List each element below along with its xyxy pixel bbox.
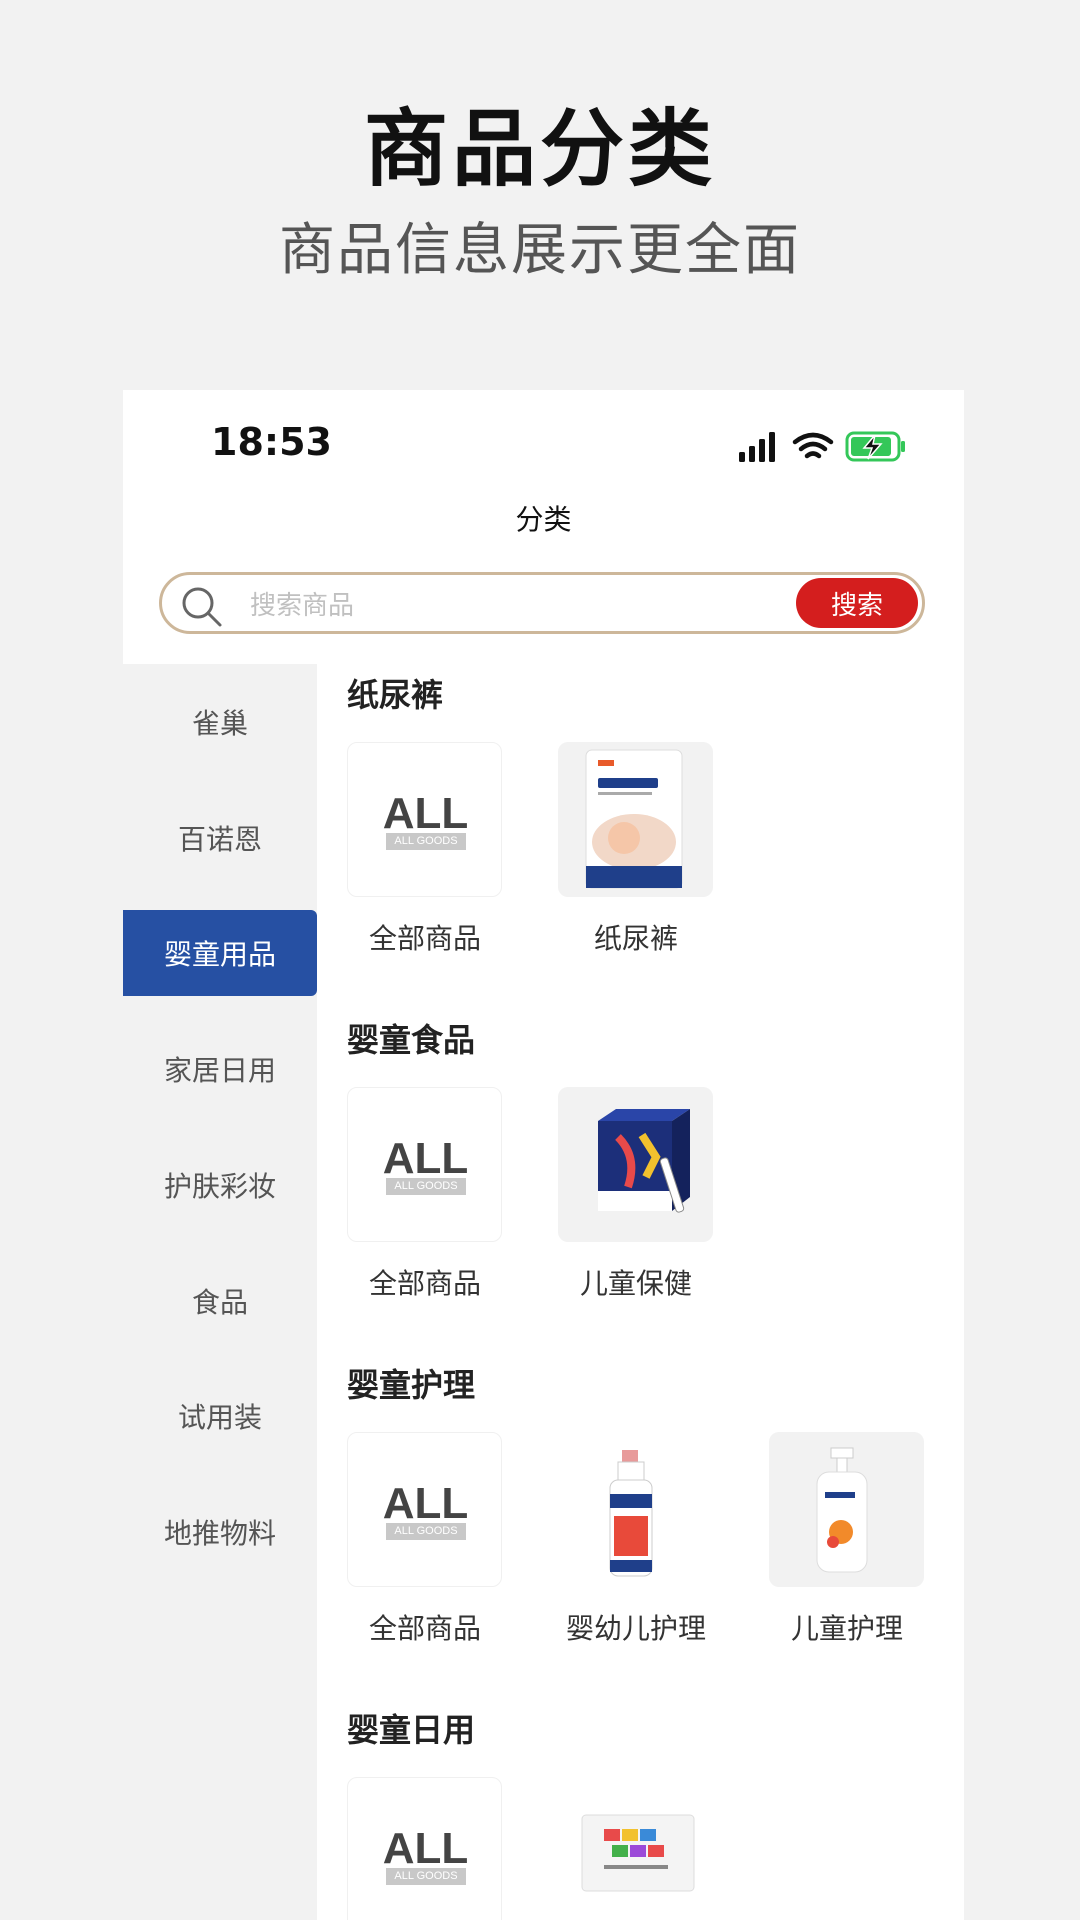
section-title: 婴童护理: [347, 1366, 476, 1404]
subcategory-tile[interactable]: 儿童护理: [769, 1432, 924, 1647]
subcategory-label: 全部商品: [368, 1267, 481, 1300]
status-icons: [739, 431, 905, 462]
promo-subtitle: 商品信息展示更全面: [279, 218, 801, 283]
subcategory-tile[interactable]: ALL ALL GOODS: [347, 1777, 502, 1920]
section-title: 婴童食品: [347, 1021, 476, 1059]
all-badge-sub: ALL GOODS: [386, 1523, 466, 1540]
sidebar-item-baby-products[interactable]: 婴童用品: [123, 910, 317, 996]
supplement-box-icon: [558, 1087, 713, 1242]
section-title: 纸尿裤: [347, 676, 444, 714]
all-badge-text: ALL: [382, 1134, 469, 1183]
subcategory-tile[interactable]: [558, 1777, 713, 1920]
sidebar-item-food[interactable]: 食品: [123, 1258, 317, 1344]
subcategory-tile[interactable]: ALL ALL GOODS 全部商品: [347, 1432, 502, 1647]
all-badge-text: ALL: [382, 789, 469, 838]
subcategory-tile[interactable]: ALL ALL GOODS 全部商品: [347, 1087, 502, 1302]
subcategory-label: 儿童保健: [579, 1267, 692, 1300]
all-goods-icon: ALL ALL GOODS: [347, 742, 502, 897]
subcategory-label: 儿童护理: [790, 1612, 903, 1645]
battery-icon: [845, 431, 905, 462]
sidebar-item-trial[interactable]: 试用装: [123, 1373, 317, 1459]
sidebar-item-home[interactable]: 家居日用: [123, 1026, 317, 1112]
pants-box-icon: [558, 1777, 713, 1920]
nav-title: 分类: [515, 503, 572, 536]
foam-bottle-icon: [558, 1432, 713, 1587]
all-badge-sub: ALL GOODS: [386, 833, 466, 850]
sidebar-item-skincare[interactable]: 护肤彩妆: [123, 1142, 317, 1228]
all-badge-sub: ALL GOODS: [386, 1178, 466, 1195]
category-content: 纸尿裤 ALL ALL GOODS 全部商品 纸尿裤 婴童食品 ALL ALL …: [317, 664, 964, 1920]
all-goods-icon: ALL ALL GOODS: [347, 1087, 502, 1242]
all-goods-icon: ALL ALL GOODS: [347, 1777, 502, 1920]
category-sidebar: 雀巢 百诺恩 婴童用品 家居日用 护肤彩妆 食品 试用装 地推物料: [123, 664, 317, 1920]
sidebar-item-nestle[interactable]: 雀巢: [123, 679, 317, 765]
subcategory-tile[interactable]: 儿童保健: [558, 1087, 713, 1302]
subcategory-tile[interactable]: 婴幼儿护理: [558, 1432, 713, 1647]
subcategory-tile[interactable]: ALL ALL GOODS 全部商品: [347, 742, 502, 957]
all-goods-icon: ALL ALL GOODS: [347, 1432, 502, 1587]
promo-title: 商品分类: [363, 100, 716, 198]
pump-bottle-icon: [769, 1432, 924, 1587]
status-time: 18:53: [211, 420, 332, 464]
phone-screen: 18:53 分类 搜索 雀巢 百诺恩 婴童用品: [123, 390, 964, 1920]
all-badge-text: ALL: [382, 1479, 469, 1528]
subcategory-label: 婴幼儿护理: [565, 1612, 706, 1645]
diaper-pack-icon: [558, 742, 713, 897]
subcategory-label: 纸尿裤: [593, 922, 678, 955]
subcategory-tile[interactable]: 纸尿裤: [558, 742, 713, 957]
wifi-icon: [792, 432, 834, 459]
all-badge-sub: ALL GOODS: [386, 1868, 466, 1885]
search-button[interactable]: 搜索: [796, 578, 918, 628]
search-input[interactable]: [248, 585, 772, 627]
subcategory-label: 全部商品: [368, 922, 481, 955]
signal-icon: [739, 432, 775, 462]
subcategory-label: 全部商品: [368, 1612, 481, 1645]
section-title: 婴童日用: [347, 1711, 476, 1749]
all-badge-text: ALL: [382, 1824, 469, 1873]
sidebar-item-materials[interactable]: 地推物料: [123, 1489, 317, 1575]
search-icon: [182, 587, 222, 627]
search-bar[interactable]: 搜索: [159, 572, 925, 634]
sidebar-item-beinoen[interactable]: 百诺恩: [123, 795, 317, 881]
